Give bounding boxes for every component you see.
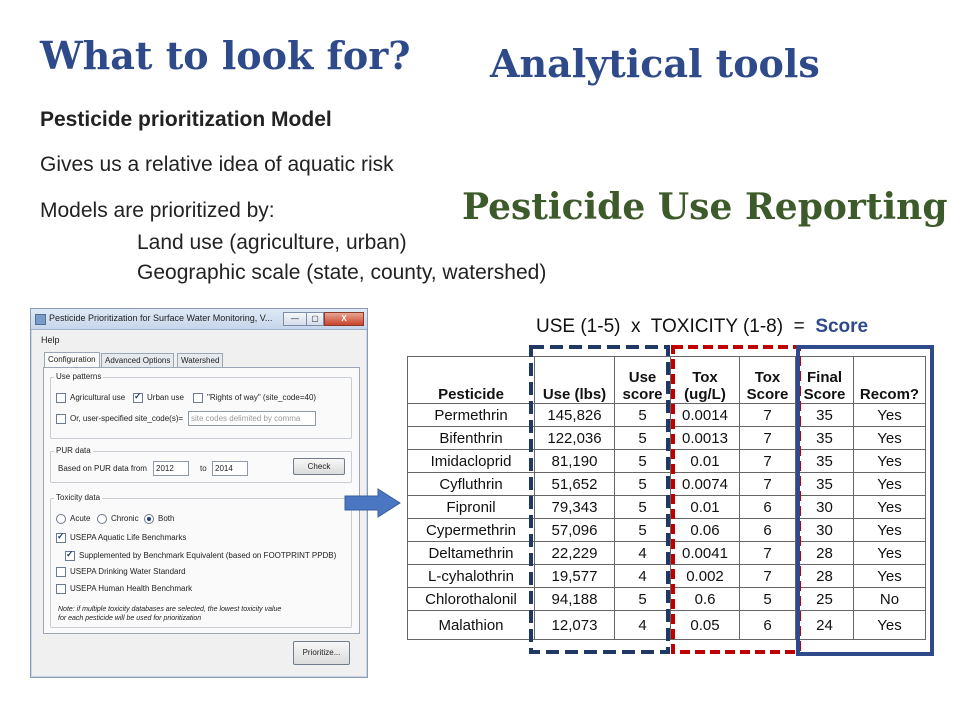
use-highlight-box [529,345,670,654]
toxicity-highlight-box [671,345,801,654]
score-highlight-box [796,345,934,656]
highlight-overlay [529,345,934,656]
